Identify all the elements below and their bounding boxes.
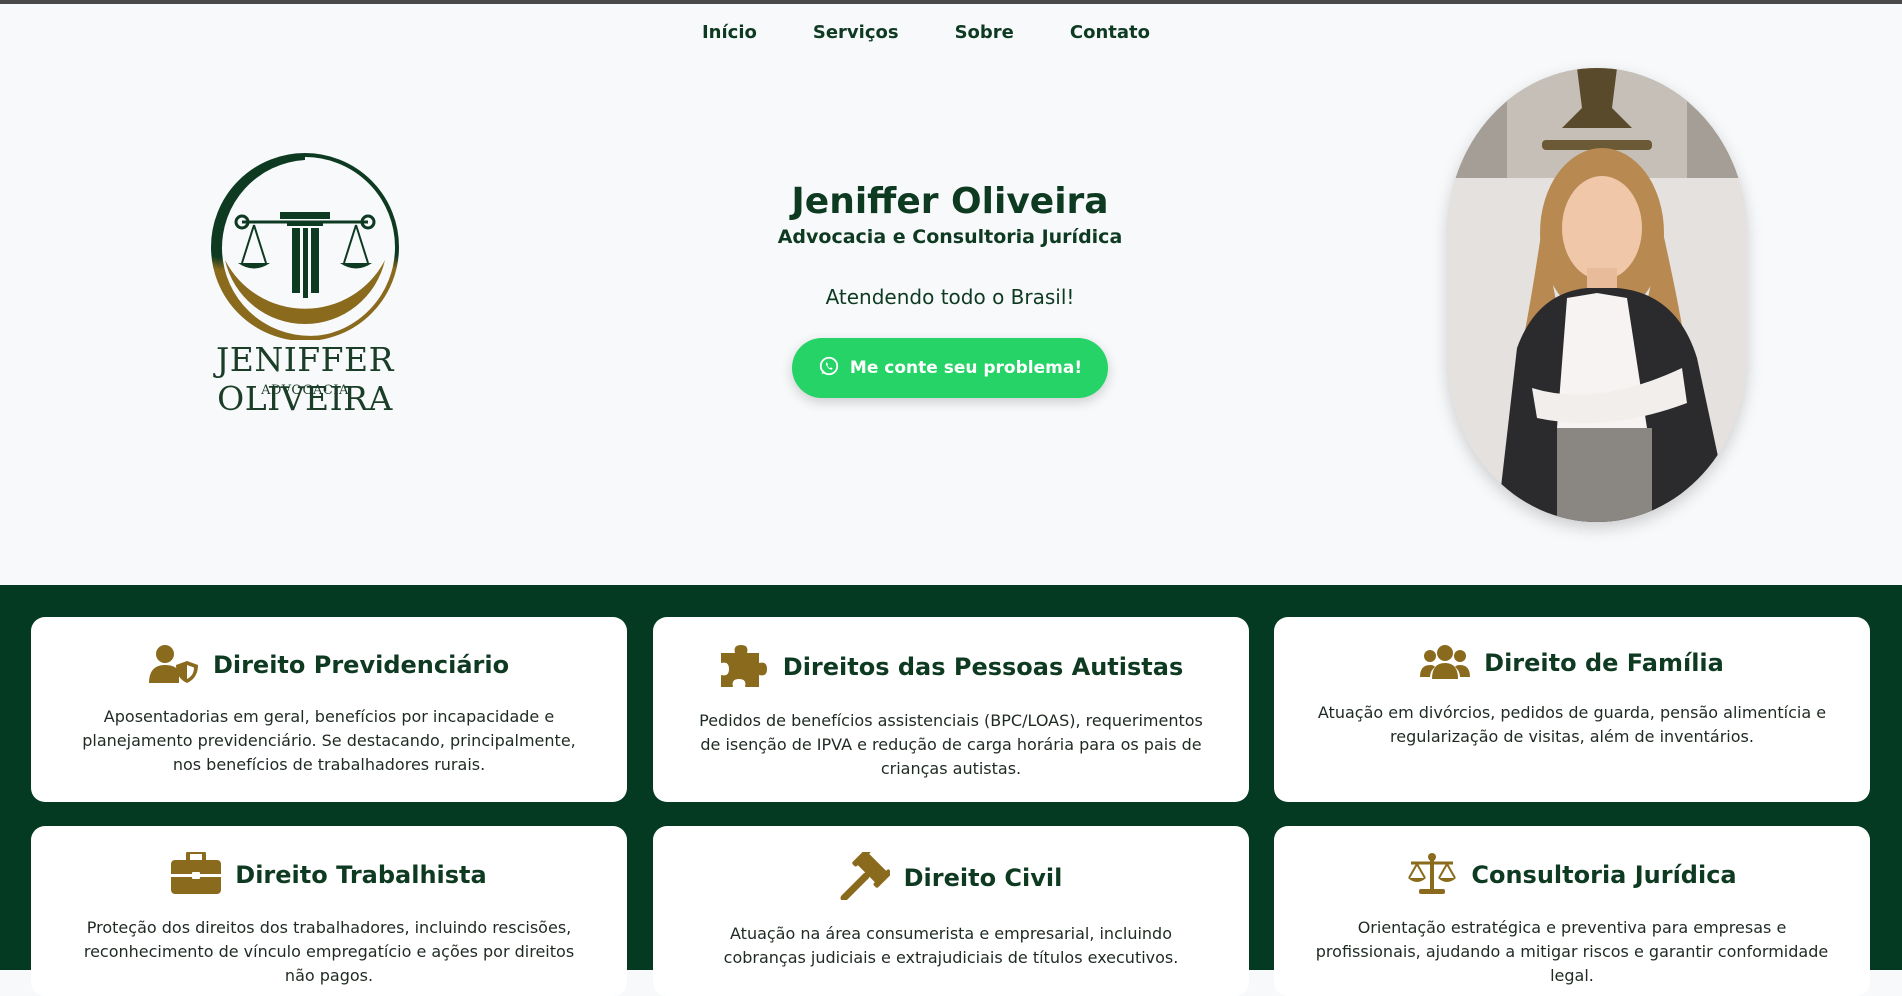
nav-link-contato[interactable]: Contato: [1070, 22, 1150, 43]
nav-link-sobre[interactable]: Sobre: [955, 22, 1014, 43]
whatsapp-icon: [818, 355, 840, 382]
gavel-icon: [840, 848, 892, 904]
nav-link-servicos[interactable]: Serviços: [813, 22, 899, 43]
service-card: Direito de Família Atuação em divórcios,…: [1274, 617, 1870, 802]
service-title: Consultoria Jurídica: [1471, 861, 1737, 889]
puzzle-piece-icon: [719, 643, 769, 691]
service-card: Direito Trabalhista Proteção dos direito…: [31, 826, 627, 996]
briefcase-icon: [171, 850, 222, 898]
scale-balanced-icon: [1407, 852, 1457, 898]
scales-pillar-icon: [211, 153, 399, 341]
service-title: Direito Previdenciário: [212, 651, 510, 679]
service-card: Consultoria Jurídica Orientação estratég…: [1274, 826, 1870, 996]
logo-name: JENIFFER OLIVEIRA: [216, 340, 394, 418]
service-title: Direito Civil: [903, 864, 1063, 892]
services-section: Direito Previdenciário Aposentadorias em…: [0, 585, 1902, 996]
brand-logo: JENIFFER OLIVEIRA ADVOCACIA: [150, 150, 460, 418]
service-card: Direitos das Pessoas Autistas Pedidos de…: [653, 617, 1249, 802]
service-card: Direito Civil Atuação na área consumeris…: [653, 826, 1249, 996]
main-nav: Início Serviços Sobre Contato: [0, 22, 1902, 43]
service-title: Direitos das Pessoas Autistas: [782, 653, 1184, 681]
user-shield-icon: [148, 643, 199, 687]
lawyer-portrait-photo: [1447, 68, 1747, 522]
service-title: Direito de Família: [1484, 649, 1724, 677]
nav-link-inicio[interactable]: Início: [702, 22, 757, 43]
hero-tagline: Atendendo todo o Brasil!: [825, 285, 1075, 309]
service-description: Atuação em divórcios, pedidos de guarda,…: [1317, 703, 1827, 746]
service-card: Direito Previdenciário Aposentadorias em…: [31, 617, 627, 802]
cta-label: Me conte seu problema!: [849, 358, 1083, 378]
hero-subtitle: Advocacia e Consultoria Jurídica: [777, 226, 1123, 248]
service-title: Direito Trabalhista: [235, 861, 487, 889]
service-description: Orientação estratégica e preventiva para…: [1315, 918, 1829, 985]
hero-title: Jeniffer Oliveira: [791, 181, 1109, 222]
service-description: Atuação na área consumerista e empresari…: [723, 924, 1179, 967]
logo-subtitle: ADVOCACIA: [261, 383, 349, 398]
service-description: Pedidos de benefícios assistenciais (BPC…: [699, 711, 1203, 778]
whatsapp-cta-button[interactable]: Me conte seu problema!: [792, 338, 1108, 398]
service-description: Aposentadorias em geral, benefícios por …: [82, 707, 576, 774]
top-border: [0, 0, 1902, 4]
users-icon: [1420, 643, 1471, 683]
service-description: Proteção dos direitos dos trabalhadores,…: [83, 918, 575, 985]
hero: Jeniffer Oliveira Advocacia e Consultori…: [700, 180, 1200, 398]
